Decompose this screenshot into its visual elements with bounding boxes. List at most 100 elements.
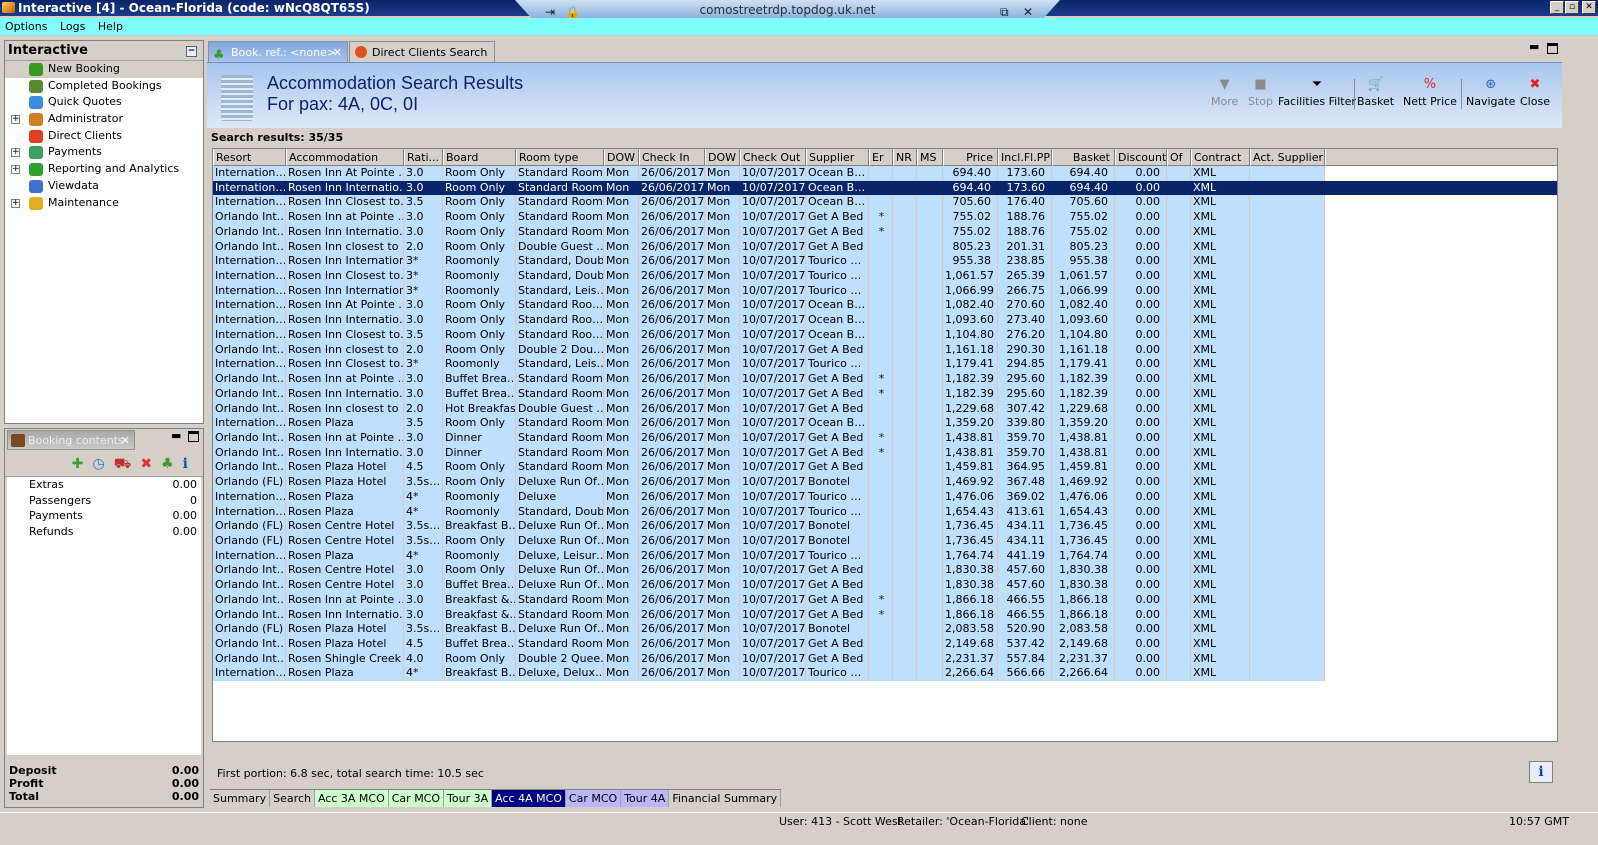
- toolbar-navigate-button[interactable]: ⊛Navigate: [1466, 77, 1515, 117]
- bottom-tab-car-mco[interactable]: Car MCO: [566, 790, 621, 807]
- close-button[interactable]: ✕: [1582, 1, 1596, 14]
- table-row[interactable]: Orlando Int…Rosen Inn Internatio…3.0Dinn…: [213, 446, 1557, 461]
- table-row[interactable]: Internation…Rosen Inn International3*Roo…: [213, 284, 1557, 299]
- clock-icon[interactable]: ◷: [93, 456, 114, 472]
- table-row[interactable]: Internation…Rosen Inn Closest to…3.5Room…: [213, 328, 1557, 343]
- table-row[interactable]: Orlando Int…Rosen Inn Internatio…3.0Brea…: [213, 608, 1557, 623]
- column-header[interactable]: Incl.Fl.PP: [998, 149, 1052, 166]
- bottom-tab-search[interactable]: Search: [270, 790, 315, 807]
- column-header[interactable]: DOW: [705, 149, 740, 166]
- table-row[interactable]: Internation…Rosen Plaza4*Breakfast B…Del…: [213, 666, 1557, 681]
- table-row[interactable]: Orlando (FL)Rosen Plaza Hotel3.5s…Room O…: [213, 475, 1557, 490]
- column-header[interactable]: Basket: [1052, 149, 1115, 166]
- table-row[interactable]: Internation…Rosen Inn Internatio…3.0Room…: [213, 313, 1557, 328]
- minimize-panel-icon[interactable]: ▬: [171, 429, 181, 442]
- table-row[interactable]: Orlando Int…Rosen Plaza Hotel4.5Buffet B…: [213, 637, 1557, 652]
- toolbar-stop-button[interactable]: ■Stop: [1248, 77, 1273, 117]
- sidebar-item-reporting-and-analytics[interactable]: +Reporting and Analytics: [5, 161, 203, 178]
- table-row[interactable]: Orlando Int…Rosen Inn at Pointe …3.0Dinn…: [213, 431, 1557, 446]
- bottom-tab-summary[interactable]: Summary: [210, 790, 270, 807]
- palm-icon[interactable]: ♣: [161, 456, 183, 472]
- toolbar-close-button[interactable]: ✖Close: [1520, 77, 1550, 117]
- add-icon[interactable]: ✚: [72, 456, 93, 472]
- minimize-view-icon[interactable]: ▬: [1529, 40, 1539, 53]
- column-header[interactable]: Rati...: [404, 149, 443, 166]
- column-header[interactable]: Room type: [516, 149, 604, 166]
- table-row[interactable]: Orlando Int…Rosen Inn Internatio…3.0Buff…: [213, 387, 1557, 402]
- table-row[interactable]: Orlando Int…Rosen Centre Hotel3.0Buffet …: [213, 578, 1557, 593]
- table-row[interactable]: Internation…Rosen Inn Internatio…3.0Room…: [213, 181, 1557, 196]
- table-row[interactable]: Orlando (FL)Rosen Centre Hotel3.5s…Room …: [213, 534, 1557, 549]
- booking-contents-tab[interactable]: Booking contents ✕: [7, 430, 135, 450]
- bottom-tab-acc-3a-mco[interactable]: Acc 3A MCO: [315, 790, 389, 807]
- sidebar-item-payments[interactable]: +Payments: [5, 144, 203, 161]
- menu-logs[interactable]: Logs: [60, 20, 89, 33]
- table-row[interactable]: Orlando Int…Rosen Plaza Hotel4.5Room Onl…: [213, 460, 1557, 475]
- minimize-button[interactable]: _: [1550, 1, 1564, 14]
- close-icon[interactable]: ✕: [121, 431, 130, 451]
- table-row[interactable]: Internation…Rosen Inn Closest to…3.5Room…: [213, 195, 1557, 210]
- table-row[interactable]: Internation…Rosen Plaza4*RoomonlyDeluxe,…: [213, 549, 1557, 564]
- column-header[interactable]: Contract: [1191, 149, 1250, 166]
- table-row[interactable]: Internation…Rosen Inn At Pointe …3.0Room…: [213, 298, 1557, 313]
- sidebar-item-maintenance[interactable]: +Maintenance: [5, 195, 203, 212]
- table-row[interactable]: Internation…Rosen Plaza4*RoomonlyStandar…: [213, 505, 1557, 520]
- table-row[interactable]: Orlando Int…Rosen Inn closest to …2.0Roo…: [213, 240, 1557, 255]
- sidebar-item-administrator[interactable]: +Administrator: [5, 111, 203, 128]
- expand-icon[interactable]: +: [11, 199, 20, 208]
- table-row[interactable]: Internation…Rosen Inn Closest to…3*Roomo…: [213, 357, 1557, 372]
- table-row[interactable]: Orlando Int…Rosen Inn Internatio…3.0Room…: [213, 225, 1557, 240]
- maximize-panel-icon[interactable]: [188, 431, 199, 442]
- sidebar-item-quick-quotes[interactable]: Quick Quotes: [5, 94, 203, 111]
- close-tab-icon[interactable]: ✕: [333, 42, 342, 63]
- table-row[interactable]: Internation…Rosen Inn At Pointe …3.0Room…: [213, 166, 1557, 181]
- column-header[interactable]: Er: [869, 149, 893, 166]
- info-icon[interactable]: i: [183, 456, 197, 472]
- column-header[interactable]: Board: [443, 149, 516, 166]
- column-header[interactable]: Check Out: [740, 149, 806, 166]
- sidebar-item-new-booking[interactable]: New Booking: [5, 61, 203, 78]
- table-row[interactable]: Internation…Rosen Plaza4*RoomonlyDeluxeM…: [213, 490, 1557, 505]
- table-row[interactable]: Orlando Int…Rosen Inn closest to …2.0Roo…: [213, 343, 1557, 358]
- table-row[interactable]: Orlando (FL)Rosen Plaza Hotel3.5s…Breakf…: [213, 622, 1557, 637]
- maximize-button[interactable]: ▫: [1565, 1, 1579, 14]
- maximize-view-icon[interactable]: [1547, 43, 1558, 54]
- table-row[interactable]: Orlando Int…Rosen Shingle Creek4.0Room O…: [213, 652, 1557, 667]
- column-header[interactable]: Of: [1167, 149, 1191, 166]
- tab-direct-clients-search[interactable]: Direct Clients Search: [349, 41, 495, 62]
- table-row[interactable]: Orlando Int…Rosen Inn at Pointe …3.0Room…: [213, 210, 1557, 225]
- column-header[interactable]: Accommodation: [286, 149, 404, 166]
- sidebar-item-direct-clients[interactable]: Direct Clients: [5, 128, 203, 145]
- table-row[interactable]: Orlando Int…Rosen Centre Hotel3.0Room On…: [213, 563, 1557, 578]
- bottom-tab-financial-summary[interactable]: Financial Summary: [669, 790, 781, 807]
- tab-booking[interactable]: ♣ Book. ref.: <none> ✕: [208, 41, 348, 62]
- toolbar-more-button[interactable]: ▼More: [1211, 77, 1238, 117]
- table-row[interactable]: Orlando Int…Rosen Inn closest to …2.0Hot…: [213, 402, 1557, 417]
- column-header[interactable]: Act. Supplier: [1250, 149, 1325, 166]
- column-header[interactable]: Resort: [213, 149, 286, 166]
- table-row[interactable]: Internation…Rosen Inn International3*Roo…: [213, 254, 1557, 269]
- expand-icon[interactable]: +: [11, 148, 20, 157]
- toolbar-facilities-filter-button[interactable]: ⏷Facilities Filter: [1278, 77, 1356, 117]
- menu-help[interactable]: Help: [98, 20, 127, 33]
- column-header[interactable]: Price: [943, 149, 998, 166]
- table-row[interactable]: Internation…Rosen Inn Closest to…3*Roomo…: [213, 269, 1557, 284]
- bottom-tab-tour-3a[interactable]: Tour 3A: [444, 790, 492, 807]
- basket-go-icon[interactable]: ⛟: [114, 456, 141, 472]
- toolbar-nett-price-button[interactable]: %Nett Price: [1403, 77, 1457, 117]
- toolbar-basket-button[interactable]: 🛒Basket: [1357, 77, 1394, 117]
- table-row[interactable]: Orlando (FL)Rosen Centre Hotel3.5s…Break…: [213, 519, 1557, 534]
- info-button[interactable]: i: [1529, 761, 1553, 783]
- table-row[interactable]: Internation…Rosen Plaza3.5Room OnlyStand…: [213, 416, 1557, 431]
- column-header[interactable]: Supplier: [806, 149, 869, 166]
- bottom-tab-car-mco[interactable]: Car MCO: [389, 790, 444, 807]
- column-header[interactable]: Discount: [1115, 149, 1167, 166]
- column-header[interactable]: Check In: [639, 149, 705, 166]
- expand-icon[interactable]: +: [11, 165, 20, 174]
- column-header[interactable]: MS: [917, 149, 943, 166]
- bottom-tab-tour-4a[interactable]: Tour 4A: [621, 790, 669, 807]
- bottom-tab-acc-4a-mco[interactable]: Acc 4A MCO: [492, 790, 566, 807]
- delete-icon[interactable]: ✖: [140, 456, 161, 472]
- menu-options[interactable]: Options: [5, 20, 51, 33]
- collapse-icon[interactable]: −: [186, 46, 197, 57]
